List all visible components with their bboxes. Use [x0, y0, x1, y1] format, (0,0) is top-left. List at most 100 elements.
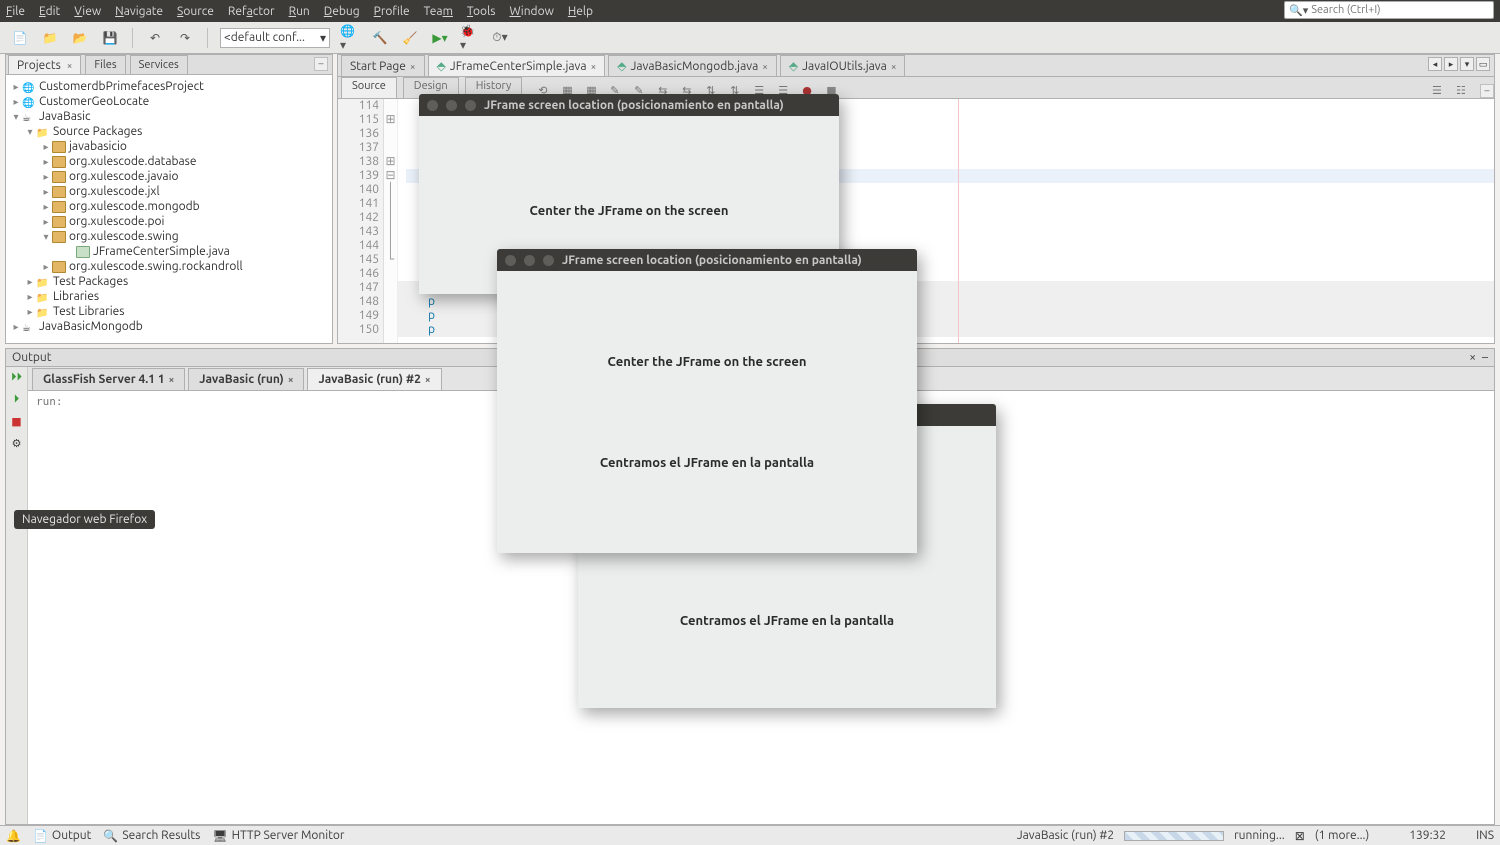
status-more[interactable]: (1 more...) — [1315, 829, 1369, 842]
tree-package[interactable]: org.xulescode.javaio — [69, 170, 179, 183]
window-max-icon[interactable] — [465, 100, 476, 111]
status-running: running... — [1234, 829, 1285, 842]
tree-package[interactable]: javabasicio — [69, 140, 127, 153]
tree-project[interactable]: JavaBasic — [39, 110, 91, 123]
close-icon[interactable]: × — [410, 61, 416, 72]
status-http[interactable]: 🖥 HTTP Server Monitor — [212, 829, 344, 843]
close-icon[interactable]: × — [169, 374, 175, 385]
menu-tools[interactable]: Tools — [467, 5, 496, 18]
close-icon[interactable]: × — [591, 61, 597, 72]
tab-projects[interactable]: Projects× — [8, 55, 81, 74]
tab-next-icon[interactable]: ▸ — [1444, 57, 1458, 71]
close-icon[interactable]: × — [425, 374, 431, 385]
tree-folder[interactable]: Test Libraries — [53, 305, 124, 318]
status-search[interactable]: 🔍 Search Results — [103, 829, 200, 843]
tree-folder[interactable]: Libraries — [53, 290, 99, 303]
tab-nav: ◂ ▸ ▾ ▭ — [1428, 57, 1490, 71]
tree-package[interactable]: org.xulescode.jxl — [69, 185, 160, 198]
menu-file[interactable]: File — [6, 5, 25, 18]
tree-folder[interactable]: Source Packages — [53, 125, 142, 138]
project-panel-tabs: Projects× Files Services – — [6, 55, 332, 75]
tree-package[interactable]: org.xulescode.mongodb — [69, 200, 200, 213]
new-project-icon[interactable]: 📁 — [40, 28, 60, 48]
main-menu-bar: File Edit View Navigate Source Refactor … — [0, 0, 1500, 22]
project-tree[interactable]: ▸CustomerdbPrimefacesProject ▸CustomerGe… — [6, 75, 332, 343]
close-icon[interactable]: × — [762, 61, 768, 72]
browser-icon[interactable]: 🌐▾ — [340, 28, 360, 48]
settings-icon[interactable]: ⚙ — [10, 437, 24, 451]
window-close-icon[interactable] — [505, 255, 516, 266]
menu-profile[interactable]: Profile — [374, 5, 410, 18]
save-all-icon[interactable]: 💾 — [100, 28, 120, 48]
menu-edit[interactable]: Edit — [39, 5, 60, 18]
menu-help[interactable]: Help — [568, 5, 593, 18]
profile-icon[interactable]: ⏱▾ — [490, 28, 510, 48]
run-icon[interactable]: ▶▾ — [430, 28, 450, 48]
tree-package[interactable]: org.xulescode.swing.rockandroll — [69, 260, 243, 273]
window-min-icon[interactable] — [446, 100, 457, 111]
window-close-icon[interactable] — [427, 100, 438, 111]
editor-tabs: Start Page× ⬘JFrameCenterSimple.java× ⬘J… — [338, 55, 1494, 77]
menu-source[interactable]: Source — [177, 5, 214, 18]
stop-icon[interactable]: ■ — [10, 415, 24, 429]
menu-team[interactable]: Team — [424, 5, 453, 18]
progress-bar — [1124, 831, 1224, 841]
out-tab-glassfish[interactable]: GlassFish Server 4.1 1× — [32, 368, 185, 390]
menu-navigate[interactable]: Navigate — [115, 5, 163, 18]
minimize-icon[interactable]: – — [1480, 84, 1494, 98]
close-icon[interactable]: × — [1469, 351, 1476, 364]
window-title: JFrame screen location (posicionamiento … — [562, 254, 862, 267]
menu-run[interactable]: Run — [289, 5, 310, 18]
tree-project[interactable]: CustomerdbPrimefacesProject — [39, 80, 204, 93]
window-max-icon[interactable] — [543, 255, 554, 266]
ed-icon[interactable]: ☷ — [1456, 84, 1470, 98]
subtab-source[interactable]: Source — [341, 77, 397, 98]
close-icon[interactable]: × — [67, 60, 73, 71]
clean-build-icon[interactable]: 🧹 — [400, 28, 420, 48]
quick-search[interactable]: 🔍▾ — [1284, 1, 1494, 19]
editor-tab-mongo[interactable]: ⬘JavaBasicMongodb.java× — [608, 55, 777, 76]
config-select[interactable]: <default conf...▾ — [220, 28, 330, 48]
rerun-icon[interactable]: ⏵⏵ — [10, 371, 24, 385]
notifications-icon[interactable]: 🔔 — [6, 829, 21, 843]
tree-folder[interactable]: Test Packages — [53, 275, 128, 288]
rerun-alt-icon[interactable]: ⏵ — [10, 393, 24, 407]
ed-icon[interactable]: ☰ — [1432, 84, 1446, 98]
out-tab-run2[interactable]: JavaBasic (run) #2× — [307, 368, 441, 390]
tab-files[interactable]: Files — [85, 55, 125, 74]
out-tab-run1[interactable]: JavaBasic (run)× — [188, 368, 304, 390]
close-icon[interactable]: × — [891, 61, 897, 72]
status-output[interactable]: 📄 Output — [33, 829, 91, 843]
editor-tab-ioutils[interactable]: ⬘JavaIOUtils.java× — [780, 55, 906, 76]
build-icon[interactable]: 🔨 — [370, 28, 390, 48]
menu-window[interactable]: Window — [509, 5, 553, 18]
debug-icon[interactable]: 🐞▾ — [460, 28, 480, 48]
maximize-icon[interactable]: ▭ — [1476, 57, 1490, 71]
editor-tab-jframe[interactable]: ⬘JFrameCenterSimple.java× — [428, 55, 606, 76]
new-file-icon[interactable]: 📄 — [10, 28, 30, 48]
tree-package[interactable]: org.xulescode.swing — [69, 230, 179, 243]
window-min-icon[interactable] — [524, 255, 535, 266]
search-input[interactable] — [1311, 4, 1489, 16]
status-cancel-icon[interactable]: ⊠ — [1295, 829, 1305, 843]
editor-tab-start[interactable]: Start Page× — [341, 55, 425, 76]
menu-view[interactable]: View — [74, 5, 101, 18]
minimize-icon[interactable]: – — [1482, 351, 1488, 364]
minimize-icon[interactable]: – — [314, 57, 328, 71]
undo-icon[interactable]: ↶ — [145, 28, 165, 48]
tree-file[interactable]: JFrameCenterSimple.java — [93, 245, 230, 258]
close-icon[interactable]: × — [288, 374, 294, 385]
tab-list-icon[interactable]: ▾ — [1460, 57, 1474, 71]
redo-icon[interactable]: ↷ — [175, 28, 195, 48]
jframe-window-2[interactable]: JFrame screen location (posicionamiento … — [497, 249, 917, 553]
tree-project[interactable]: JavaBasicMongodb — [39, 320, 143, 333]
menu-refactor[interactable]: Refactor — [228, 5, 275, 18]
fold-gutter[interactable]: ⊞ ⊞⊟│││││└ — [384, 99, 398, 343]
open-icon[interactable]: 📂 — [70, 28, 90, 48]
tab-services[interactable]: Services — [130, 55, 188, 74]
tree-project[interactable]: CustomerGeoLocate — [39, 95, 149, 108]
menu-debug[interactable]: Debug — [324, 5, 360, 18]
tree-package[interactable]: org.xulescode.database — [69, 155, 197, 168]
tab-prev-icon[interactable]: ◂ — [1428, 57, 1442, 71]
tree-package[interactable]: org.xulescode.poi — [69, 215, 164, 228]
